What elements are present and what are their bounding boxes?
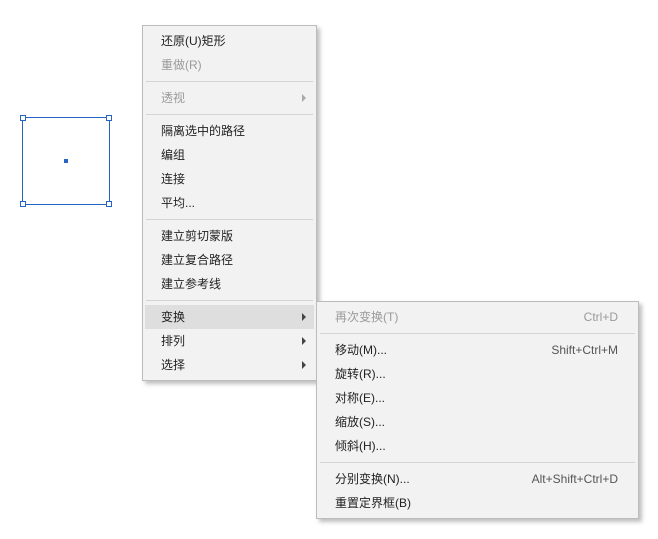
menu-shortcut: Ctrl+D [584, 308, 618, 326]
menu-label: 选择 [161, 356, 296, 374]
anchor-bottom-right[interactable] [106, 201, 112, 207]
context-menu: 还原(U)矩形 重做(R) 透视 隔离选中的路径 编组 连接 平均... 建立剪… [142, 25, 317, 381]
menu-label: 建立复合路径 [161, 251, 296, 269]
menu-label: 排列 [161, 332, 296, 350]
anchor-top-left[interactable] [20, 115, 26, 121]
menu-label: 对称(E)... [335, 389, 618, 407]
menu-label: 重做(R) [161, 56, 296, 74]
anchor-top-right[interactable] [106, 115, 112, 121]
submenu-arrow-icon [302, 337, 306, 345]
submenu-reflect[interactable]: 对称(E)... [319, 386, 636, 410]
menu-separator [320, 333, 635, 334]
submenu-scale[interactable]: 缩放(S)... [319, 410, 636, 434]
menu-transform[interactable]: 变换 [145, 305, 314, 329]
menu-label: 倾斜(H)... [335, 437, 618, 455]
menu-label: 透视 [161, 89, 296, 107]
submenu-rotate[interactable]: 旋转(R)... [319, 362, 636, 386]
menu-separator [146, 114, 313, 115]
submenu-reset-bbox[interactable]: 重置定界框(B) [319, 491, 636, 515]
transform-submenu: 再次变换(T) Ctrl+D 移动(M)... Shift+Ctrl+M 旋转(R)… [316, 301, 639, 519]
menu-shortcut: Shift+Ctrl+M [551, 341, 618, 359]
menu-join[interactable]: 连接 [145, 167, 314, 191]
menu-label: 建立剪切蒙版 [161, 227, 296, 245]
menu-label: 连接 [161, 170, 296, 188]
submenu-arrow-icon [302, 361, 306, 369]
submenu-arrow-icon [302, 313, 306, 321]
selected-rectangle[interactable] [22, 117, 110, 205]
menu-compound-path[interactable]: 建立复合路径 [145, 248, 314, 272]
menu-average[interactable]: 平均... [145, 191, 314, 215]
menu-shortcut: Alt+Shift+Ctrl+D [532, 470, 618, 488]
menu-separator [320, 462, 635, 463]
menu-label: 移动(M)... [335, 341, 533, 359]
menu-separator [146, 219, 313, 220]
submenu-shear[interactable]: 倾斜(H)... [319, 434, 636, 458]
menu-label: 平均... [161, 194, 296, 212]
menu-label: 隔离选中的路径 [161, 122, 296, 140]
menu-label: 建立参考线 [161, 275, 296, 293]
menu-separator [146, 81, 313, 82]
menu-perspective[interactable]: 透视 [145, 86, 314, 110]
menu-label: 再次变换(T) [335, 308, 566, 326]
submenu-arrow-icon [302, 94, 306, 102]
menu-label: 变换 [161, 308, 296, 326]
menu-undo[interactable]: 还原(U)矩形 [145, 29, 314, 53]
menu-group[interactable]: 编组 [145, 143, 314, 167]
menu-label: 缩放(S)... [335, 413, 618, 431]
menu-redo[interactable]: 重做(R) [145, 53, 314, 77]
submenu-move[interactable]: 移动(M)... Shift+Ctrl+M [319, 338, 636, 362]
menu-label: 编组 [161, 146, 296, 164]
menu-select[interactable]: 选择 [145, 353, 314, 377]
menu-make-guides[interactable]: 建立参考线 [145, 272, 314, 296]
menu-isolate-path[interactable]: 隔离选中的路径 [145, 119, 314, 143]
menu-clipping-mask[interactable]: 建立剪切蒙版 [145, 224, 314, 248]
menu-label: 还原(U)矩形 [161, 32, 296, 50]
menu-separator [146, 300, 313, 301]
anchor-center[interactable] [64, 159, 68, 163]
submenu-transform-each[interactable]: 分别变换(N)... Alt+Shift+Ctrl+D [319, 467, 636, 491]
submenu-transform-again[interactable]: 再次变换(T) Ctrl+D [319, 305, 636, 329]
menu-label: 重置定界框(B) [335, 494, 618, 512]
anchor-bottom-left[interactable] [20, 201, 26, 207]
menu-label: 旋转(R)... [335, 365, 618, 383]
menu-arrange[interactable]: 排列 [145, 329, 314, 353]
menu-label: 分别变换(N)... [335, 470, 514, 488]
